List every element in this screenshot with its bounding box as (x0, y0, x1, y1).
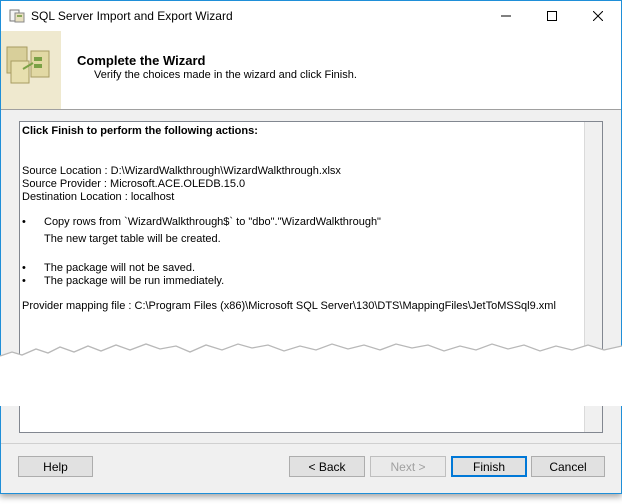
close-icon (593, 11, 603, 21)
destination-location: Destination Location : localhost (22, 191, 175, 203)
close-button[interactable] (575, 1, 621, 31)
wizard-window: SQL Server Import and Export Wizard Comp… (0, 0, 622, 494)
window-title: SQL Server Import and Export Wizard (31, 9, 233, 23)
source-location: Source Location : D:\WizardWalkthrough\W… (22, 165, 341, 177)
not-saved-action: The package will not be saved. (44, 262, 196, 274)
back-button[interactable]: < Back (289, 456, 365, 477)
cancel-button[interactable]: Cancel (531, 456, 605, 477)
wizard-diagram-icon (1, 31, 61, 109)
source-provider: Source Provider : Microsoft.ACE.OLEDB.15… (22, 178, 246, 190)
minimize-icon (501, 15, 511, 17)
new-table-note: The new target table will be created. (44, 233, 221, 245)
maximize-icon (547, 11, 557, 21)
maximize-button[interactable] (529, 1, 575, 31)
run-immediately-action: The package will be run immediately. (44, 275, 225, 287)
app-icon (9, 9, 25, 23)
summary-heading: Click Finish to perform the following ac… (22, 125, 258, 137)
bullet-marker: • (22, 262, 26, 274)
minimize-button[interactable] (483, 1, 529, 31)
title-bar[interactable]: SQL Server Import and Export Wizard (1, 1, 621, 31)
bullet-marker: • (22, 216, 26, 228)
page-subtitle: Verify the choices made in the wizard an… (94, 69, 357, 81)
page-title: Complete the Wizard (77, 53, 206, 68)
finish-button[interactable]: Finish (451, 456, 527, 477)
bullet-marker: • (22, 275, 26, 287)
footer-divider (1, 443, 621, 444)
torn-edge-graphic (0, 343, 622, 406)
wizard-header: Complete the Wizard Verify the choices m… (1, 31, 621, 110)
copy-rows-action: Copy rows from `WizardWalkthrough$` to "… (44, 216, 381, 228)
next-button: Next > (370, 456, 446, 477)
help-button[interactable]: Help (18, 456, 93, 477)
mapping-file: Provider mapping file : C:\Program Files… (22, 300, 556, 312)
